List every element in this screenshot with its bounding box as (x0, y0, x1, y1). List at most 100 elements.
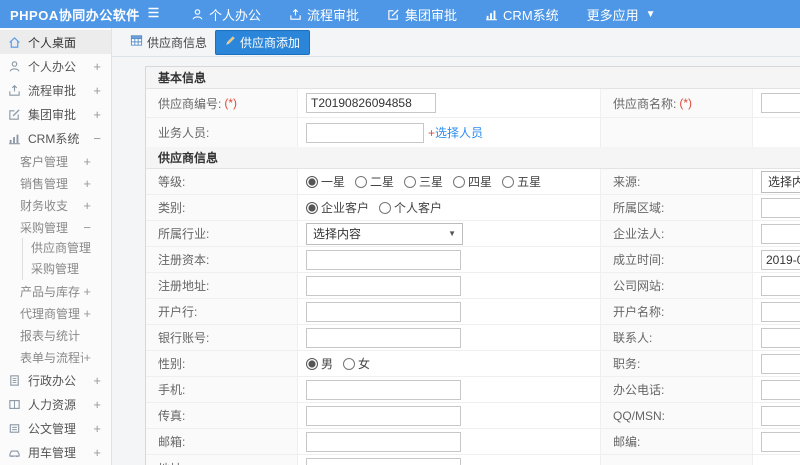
fax-input[interactable] (306, 405, 461, 426)
app-logo: PHPOA协同办公软件 (10, 7, 140, 23)
expand-icon[interactable]: + (83, 154, 91, 169)
expand-icon[interactable]: + (93, 421, 101, 436)
supplier-code-input[interactable] (306, 93, 436, 113)
sidebar-toggle-button[interactable] (146, 6, 161, 22)
expand-icon[interactable]: + (83, 284, 91, 299)
field-label: 企业法人: (601, 221, 753, 246)
sidebar-item-sales-mgmt[interactable]: 销售管理 + (0, 172, 111, 194)
expand-icon[interactable]: + (93, 107, 101, 122)
sidebar-item-purchasing[interactable]: 采购管理 (0, 259, 111, 280)
main-content: 供应商信息 供应商添加 基本信息 供应商编号:(*) 供 (112, 28, 800, 465)
expand-icon[interactable]: + (93, 83, 101, 98)
field-label: 邮编: (601, 429, 753, 454)
chart-icon (485, 8, 498, 21)
building-icon (8, 373, 22, 387)
nav-personal-office[interactable]: 个人办公 (191, 5, 261, 24)
caret-down-icon: ▼ (645, 8, 656, 20)
registered-capital-input[interactable] (306, 249, 461, 270)
tab-supplier-add[interactable]: 供应商添加 (215, 29, 311, 55)
form-row: 等级: 一星 二星 三星 四星 五星 来源: 选择内容▼ (146, 169, 800, 195)
field-value (753, 351, 800, 376)
bank-account-input[interactable] (306, 327, 461, 348)
field-label: 注册地址: (146, 273, 298, 298)
collapse-icon[interactable]: − (93, 131, 101, 146)
top-nav: 个人办公 流程审批 集团审批 CRM系统 更多应用 ▼ (191, 5, 656, 24)
source-select[interactable]: 选择内容▼ (761, 170, 800, 193)
sidebar-item-workflow-approval[interactable]: 流程审批 + (0, 78, 111, 102)
address-input[interactable] (306, 458, 461, 465)
sidebar-item-agent-mgmt[interactable]: 代理商管理 + (0, 302, 111, 324)
registered-address-input[interactable] (306, 275, 461, 296)
sidebar-item-document-mgmt[interactable]: 公文管理 + (0, 416, 111, 440)
form-row: 传真: QQ/MSN: (146, 403, 800, 429)
industry-select[interactable]: 选择内容 ▼ (306, 222, 463, 245)
sidebar-item-crm-system[interactable]: CRM系统 − (0, 126, 111, 150)
sidebar-item-supplier-mgmt[interactable]: 供应商管理 (0, 238, 111, 259)
level-radio[interactable] (355, 175, 368, 188)
level-radio[interactable] (502, 175, 515, 188)
sidebar-item-admin-office[interactable]: 行政办公 + (0, 368, 111, 392)
level-radio[interactable] (306, 175, 318, 188)
expand-icon[interactable]: + (93, 373, 101, 388)
expand-icon[interactable]: + (83, 350, 91, 365)
position-input[interactable] (761, 353, 800, 374)
field-label: 联系人: (601, 325, 753, 350)
sidebar-item-personal-desktop[interactable]: 个人桌面 (0, 30, 111, 54)
qq-msn-input[interactable] (761, 405, 800, 426)
level-radio[interactable] (453, 175, 466, 188)
sidebar-item-product-inventory[interactable]: 产品与库存 + (0, 280, 111, 302)
gender-radio[interactable] (343, 357, 356, 370)
level-radio[interactable] (404, 175, 417, 188)
expand-icon[interactable]: + (83, 176, 91, 191)
field-value (298, 429, 601, 454)
expand-icon[interactable]: + (93, 445, 101, 460)
section-title-basic: 基本信息 (146, 67, 800, 89)
nav-group-approval[interactable]: 集团审批 (387, 5, 457, 24)
sidebar-item-hr[interactable]: 人力资源 + (0, 392, 111, 416)
tab-supplier-info[interactable]: 供应商信息 (130, 34, 207, 51)
sidebar-item-reports-stats[interactable]: 报表与统计 (0, 324, 111, 346)
field-value (298, 377, 601, 402)
mobile-input[interactable] (306, 379, 461, 400)
email-input[interactable] (306, 431, 461, 452)
field-value (753, 89, 800, 117)
nav-workflow-approval[interactable]: 流程审批 (289, 5, 359, 24)
field-label: 地址: (146, 455, 298, 465)
category-radio[interactable] (379, 201, 392, 214)
expand-icon[interactable]: + (93, 397, 101, 412)
form-row: 注册资本: 成立时间: (146, 247, 800, 273)
account-name-input[interactable] (761, 301, 800, 322)
collapse-icon[interactable]: − (83, 220, 91, 235)
expand-icon[interactable]: + (93, 59, 101, 74)
expand-icon[interactable]: + (83, 306, 91, 321)
expand-icon[interactable]: + (83, 198, 91, 213)
office-phone-input[interactable] (761, 379, 800, 400)
nav-crm-system[interactable]: CRM系统 (485, 5, 559, 24)
field-label: 开户名称: (601, 299, 753, 324)
company-website-input[interactable] (761, 275, 800, 296)
sidebar-item-finance[interactable]: 财务收支 + (0, 194, 111, 216)
business-staff-input[interactable] (306, 122, 424, 143)
form-row: 地址: (146, 455, 800, 465)
gender-radio[interactable] (306, 357, 318, 370)
nav-more-apps[interactable]: 更多应用 ▼ (587, 5, 656, 24)
supplier-name-input[interactable] (761, 93, 800, 113)
select-staff-link[interactable]: +选择人员 (428, 124, 483, 141)
sidebar-item-group-approval[interactable]: 集团审批 + (0, 102, 111, 126)
postcode-input[interactable] (761, 431, 800, 452)
sidebar-item-vehicle-mgmt[interactable]: 用车管理 + (0, 440, 111, 464)
sidebar-item-form-flow-settings[interactable]: 表单与流程设置 + (0, 346, 111, 368)
field-label: 来源: (601, 169, 753, 194)
caret-down-icon: ▼ (448, 229, 456, 238)
contact-person-input[interactable] (761, 327, 800, 348)
category-radio[interactable] (306, 201, 318, 214)
bank-input[interactable] (306, 301, 461, 322)
legal-person-input[interactable] (761, 223, 800, 244)
founded-date-input[interactable] (761, 249, 800, 270)
field-value (753, 247, 800, 272)
region-input[interactable] (761, 197, 800, 218)
sidebar-item-personal-office[interactable]: 个人办公 + (0, 54, 111, 78)
sidebar-item-customer-mgmt[interactable]: 客户管理 + (0, 150, 111, 172)
field-value (298, 89, 601, 117)
sidebar-item-purchase-mgmt[interactable]: 采购管理 − (0, 216, 111, 238)
